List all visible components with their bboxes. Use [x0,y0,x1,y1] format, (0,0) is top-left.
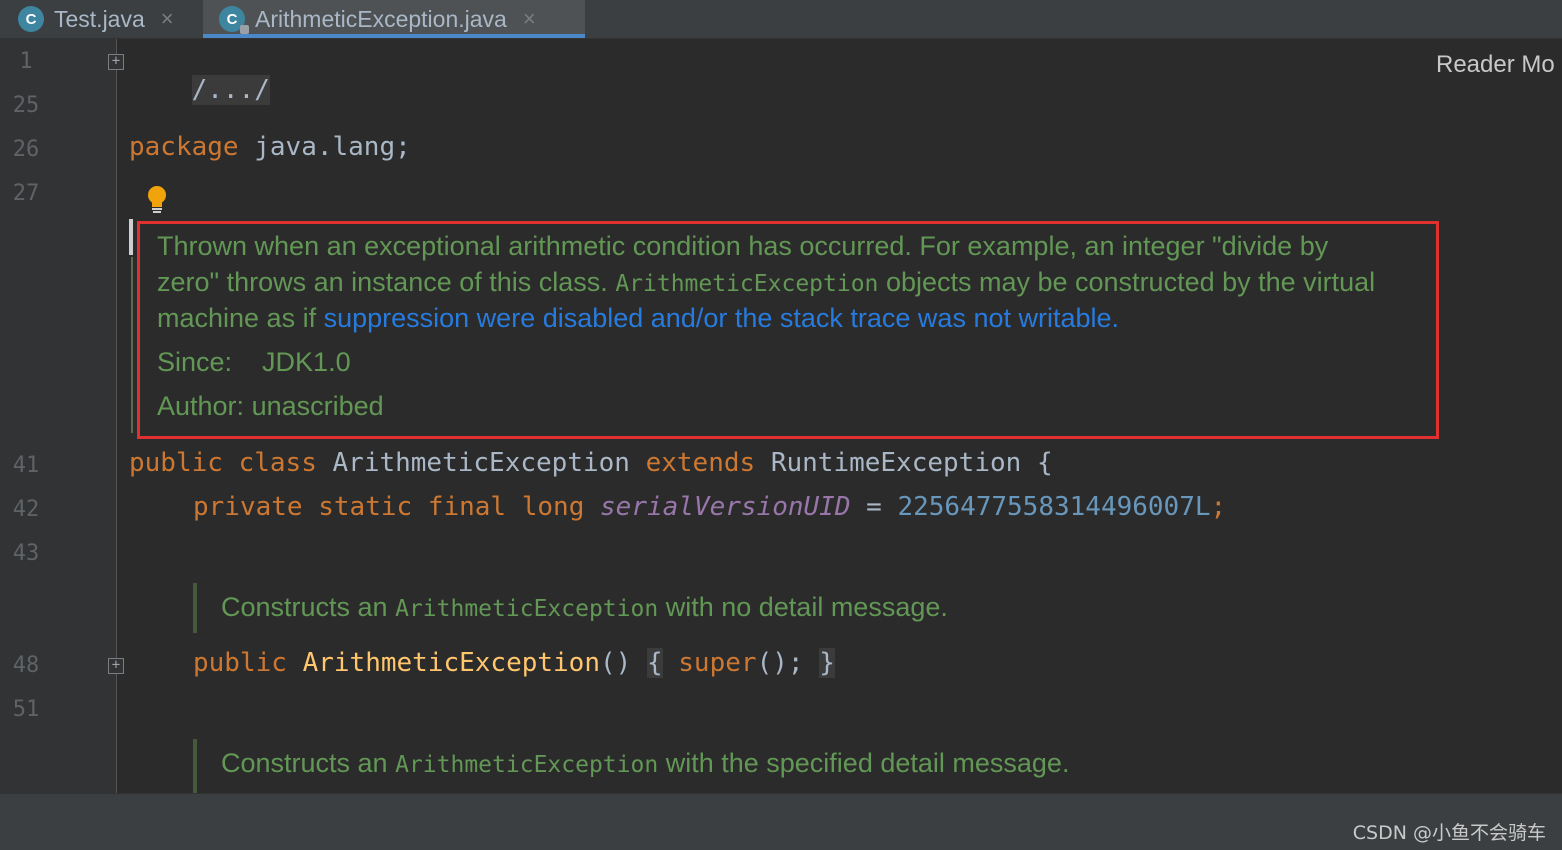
doc-since: Since: JDK1.0 [157,347,351,378]
line-number: 27 [12,181,40,206]
keyword: public [193,648,287,678]
keyword: static [318,492,413,522]
tab-label: ArithmeticException.java [255,5,507,32]
keyword: private [193,492,303,522]
brace: { [1036,448,1053,478]
doc-text: . [1111,303,1120,333]
doc-text: objects may be constructed by the virtua… [885,267,1376,297]
line-number: 48 [12,653,40,678]
since-label: Since: [157,347,233,377]
watermark: CSDN @小鱼不会骑车 [1352,822,1546,844]
keyword: extends [645,448,756,478]
line-number: 43 [12,541,40,566]
doc-text: zero" throws an instance of this class. [157,267,608,297]
java-class-locked-icon: C [219,6,249,34]
doc-author: Author: unascribed [157,391,384,422]
class-name: ArithmeticException [332,448,630,478]
keyword: class [238,448,317,478]
doc-comment-bar [193,739,197,793]
tab-label: Test.java [54,5,145,32]
doc-comment-bar [131,257,133,433]
keyword: final [427,492,507,522]
code-line-1: /.../ [129,45,270,135]
method-name: ArithmeticException [302,648,600,678]
number-literal: 2256477558314496007L [897,492,1211,522]
parens: () [600,648,632,678]
code-editor[interactable]: 1 25 26 27 41 42 43 48 51 + + Reader Mo … [0,39,1562,793]
line-number: 41 [12,453,40,478]
doc-text: with no detail message. [665,592,948,622]
close-icon[interactable]: × [161,6,174,32]
status-bar: CSDN @小鱼不会骑车 [0,793,1562,850]
operator: = [866,492,882,522]
brace: } [819,648,835,678]
active-tab-indicator [203,34,585,38]
code-line-41: public class ArithmeticException extends… [129,448,1053,478]
reader-mode-toggle[interactable]: Reader Mo [1436,51,1555,79]
semicolon: ; [1210,492,1227,522]
code-line-42: private static final long serialVersionU… [193,492,1226,522]
doc-link[interactable]: suppression were disabled and/or the sta… [324,303,1112,333]
gutter-divider [116,39,117,793]
line-number: 51 [12,697,40,722]
doc-code-ref: ArithmeticException [395,752,659,778]
doc-text: machine as if [157,303,317,333]
doc-text-line: Constructs an ArithmeticException with t… [221,748,1069,779]
keyword: package [129,132,239,162]
doc-text-line: Thrown when an exceptional arithmetic co… [157,231,1329,261]
package-name: java.lang; [238,132,411,162]
doc-code-ref: ArithmeticException [615,271,879,297]
doc-text-line: machine as if suppression were disabled … [157,303,1119,334]
doc-text: with the specified detail message. [665,748,1070,778]
author-label: Author: [157,391,245,421]
line-number: 25 [12,93,40,118]
tab-arithmetic-exception-java[interactable]: C ArithmeticException.java × [203,0,585,38]
doc-caret-marker [129,219,133,255]
since-value: JDK1.0 [262,347,351,377]
keyword: super [678,648,757,678]
author-value: unascribed [251,391,384,421]
doc-text: Constructs an [221,748,388,778]
fold-expand-icon[interactable]: + [108,658,124,674]
java-class-icon: C [18,6,44,32]
code-line-48: public ArithmeticException() { super(); … [193,648,835,678]
call: (); [756,648,804,678]
collapsed-header-comment[interactable]: /.../ [191,75,270,105]
brace: { [646,648,663,678]
line-number: 1 [19,49,33,74]
doc-comment-bar [193,583,197,633]
doc-text: Constructs an [221,592,388,622]
editor-tab-bar: C Test.java × C ArithmeticException.java… [0,0,1562,39]
fold-expand-icon[interactable]: + [108,54,124,70]
superclass-name: RuntimeException [770,448,1022,478]
doc-text-line: Constructs an ArithmeticException with n… [221,592,948,623]
line-number: 26 [12,137,40,162]
keyword: long [521,492,585,522]
field-name: serialVersionUID [600,492,851,522]
close-icon[interactable]: × [523,6,536,32]
lightbulb-icon[interactable] [146,185,168,213]
line-number: 42 [12,497,40,522]
doc-text-line: zero" throws an instance of this class. … [157,267,1375,298]
doc-code-ref: ArithmeticException [395,596,659,622]
code-line-26: package java.lang; [129,132,411,162]
keyword: public [129,448,223,478]
tab-test-java[interactable]: C Test.java × [18,0,198,38]
